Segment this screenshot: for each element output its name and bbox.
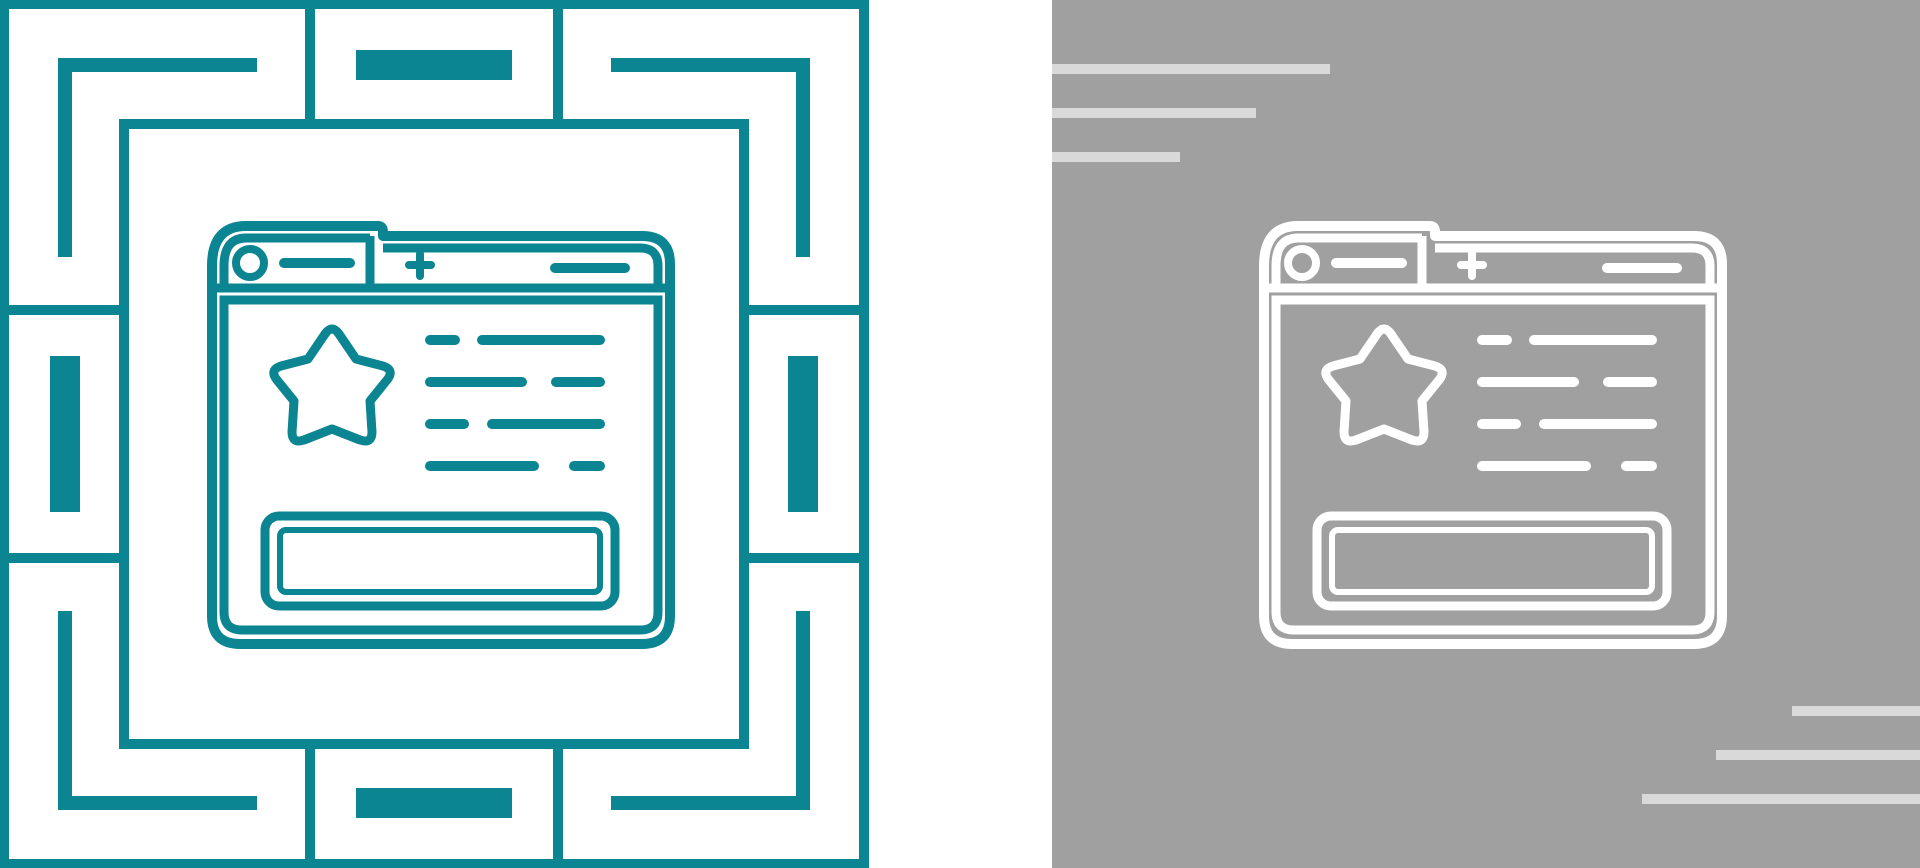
right-icon-panel xyxy=(1052,0,1920,868)
right-panel-background xyxy=(1052,0,1920,868)
left-panel-background xyxy=(0,0,868,868)
bar-bottom xyxy=(356,788,512,818)
left-icon-panel xyxy=(0,0,869,868)
bar-top xyxy=(356,50,512,80)
bar-left xyxy=(50,356,80,512)
icon-preview-canvas xyxy=(0,0,1920,868)
bar-right xyxy=(788,356,818,512)
icon-preview-svg xyxy=(0,0,1920,868)
